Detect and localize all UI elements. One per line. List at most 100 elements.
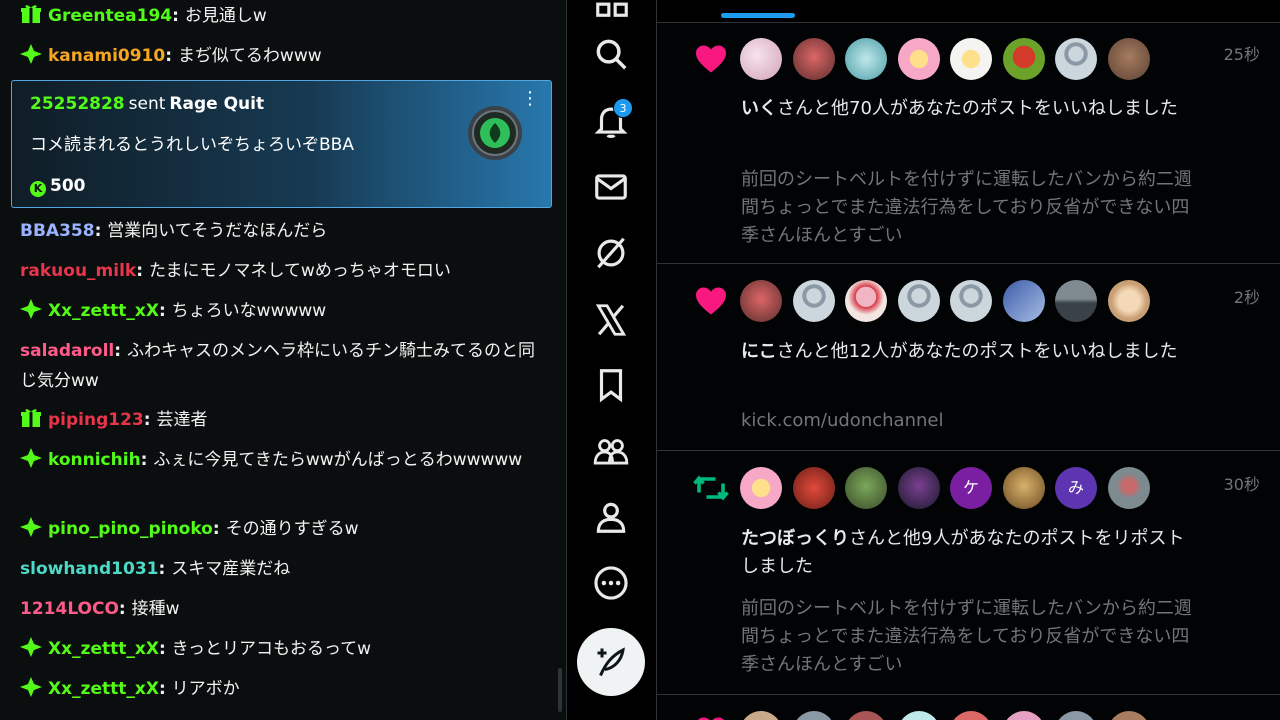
chat-text: きっとリアコもおるってw bbox=[171, 639, 372, 659]
avatar[interactable]: ケ bbox=[950, 467, 992, 509]
avatar[interactable] bbox=[1002, 467, 1045, 509]
avatar[interactable] bbox=[1107, 38, 1150, 80]
avatar[interactable] bbox=[1055, 38, 1097, 80]
avatar[interactable] bbox=[1002, 280, 1045, 322]
chat-username[interactable]: Greentea194 bbox=[48, 6, 172, 26]
x-logo-icon[interactable] bbox=[592, 301, 630, 339]
communities-icon[interactable] bbox=[592, 433, 630, 471]
chat-username[interactable]: rakuou_milk bbox=[20, 261, 136, 281]
avatar[interactable]: み bbox=[1055, 467, 1097, 509]
notification-item[interactable]: ケみ 30秒 たつぼっくりさんと他9人があなたのポストをリポストしました 前回の… bbox=[657, 450, 1280, 694]
avatar[interactable] bbox=[897, 467, 940, 509]
chat-scrollbar[interactable] bbox=[558, 668, 562, 712]
avatar[interactable] bbox=[950, 38, 992, 80]
active-tab-indicator bbox=[721, 13, 795, 18]
avatar[interactable] bbox=[950, 280, 992, 322]
compose-post-button[interactable] bbox=[577, 628, 645, 696]
avatar[interactable] bbox=[897, 711, 940, 720]
chat-username[interactable]: Xx_zettt_xX bbox=[48, 679, 159, 699]
profile-icon[interactable] bbox=[592, 498, 630, 536]
avatar[interactable] bbox=[845, 38, 887, 80]
chat-message: Xx_zettt_xX: ちょろいなwwwww bbox=[20, 296, 544, 326]
heart-icon bbox=[697, 717, 725, 720]
chat-text: まぢ似てるわwww bbox=[177, 46, 322, 66]
notification-quote: 前回のシートベルトを付けずに運転したバンから約二週間ちょっとでまた違法行為をして… bbox=[741, 598, 1192, 675]
avatar[interactable] bbox=[792, 38, 835, 80]
chat-message: Greentea194: お見通しw bbox=[20, 1, 544, 31]
avatar[interactable] bbox=[792, 280, 835, 322]
chat-username[interactable]: Xx_zettt_xX bbox=[48, 639, 159, 659]
avatar[interactable] bbox=[740, 280, 782, 322]
gift-badge-icon bbox=[21, 5, 41, 23]
chat-username[interactable]: saladaroll bbox=[20, 341, 114, 361]
avatar[interactable] bbox=[897, 280, 940, 322]
chat-text: スキマ産業だね bbox=[171, 559, 291, 579]
avatar[interactable] bbox=[792, 711, 835, 720]
chat-username[interactable]: konnichih bbox=[48, 450, 141, 470]
gift-message-text: コメ読まれるとうれしいぞちょろいぞBBA bbox=[30, 135, 354, 155]
notification-user[interactable]: たつぼっくり bbox=[741, 528, 849, 549]
avatar[interactable] bbox=[1055, 280, 1097, 322]
kebab-menu-icon[interactable]: ⋮ bbox=[521, 89, 539, 109]
mail-icon[interactable] bbox=[592, 168, 630, 206]
grid-icon[interactable] bbox=[593, 0, 631, 20]
chat-text: 営業向いてそうだなほんだら bbox=[107, 221, 328, 241]
avatar[interactable] bbox=[1107, 280, 1150, 322]
notification-item[interactable]: 25秒 いくさんと他70人があなたのポストをいいねしました 前回のシートベルトを… bbox=[657, 22, 1280, 263]
chat-text: 芸達者 bbox=[156, 410, 208, 430]
notification-text: いくさんと他70人があなたのポストをいいねしました bbox=[741, 98, 1178, 119]
avatar[interactable] bbox=[1107, 467, 1150, 509]
notification-item[interactable]: 2秒 にこさんと他12人があなたのポストをいいねしました kick.com/ud… bbox=[657, 263, 1280, 450]
chat-message: BBA358: 営業向いてそうだなほんだら bbox=[20, 221, 328, 241]
avatar-row bbox=[740, 280, 1160, 322]
avatar[interactable] bbox=[845, 467, 887, 509]
gift-sent-label: sent bbox=[128, 94, 166, 114]
search-icon[interactable] bbox=[592, 35, 630, 73]
notification-item[interactable] bbox=[657, 694, 1280, 720]
avatar[interactable] bbox=[792, 467, 835, 509]
chat-username[interactable]: BBA358 bbox=[20, 221, 95, 241]
chat-message: Xx_zettt_xX: リアボか bbox=[20, 674, 544, 704]
bookmark-icon[interactable] bbox=[592, 366, 630, 404]
chat-username[interactable]: pino_pino_pinoko bbox=[48, 519, 213, 539]
avatar[interactable] bbox=[740, 38, 782, 80]
avatar[interactable] bbox=[1055, 711, 1097, 720]
chat-username[interactable]: Xx_zettt_xX bbox=[48, 301, 159, 321]
gift-message-card: 25252828 sent Rage Quit ⋮ コメ読まれるとうれしいぞちょろい… bbox=[11, 80, 552, 208]
diamond-badge-icon bbox=[20, 517, 42, 537]
avatar[interactable] bbox=[1002, 38, 1045, 80]
chat-text: お見通しw bbox=[184, 6, 267, 26]
chat-message: 1214LOCO: 接種w bbox=[20, 599, 180, 619]
notification-text: たつぼっくりさんと他9人があなたのポストをリポストしました bbox=[741, 528, 1185, 577]
more-icon[interactable] bbox=[592, 564, 630, 602]
grok-icon[interactable] bbox=[592, 234, 630, 272]
gift-sender[interactable]: 25252828 bbox=[30, 94, 125, 114]
avatar[interactable] bbox=[1107, 711, 1150, 720]
avatar-row bbox=[740, 711, 1160, 720]
avatar[interactable] bbox=[740, 467, 782, 509]
chat-message: konnichih: ふぇに今見てきたらwwがんばっとるわwwwww bbox=[20, 445, 544, 475]
chat-message: Xx_zettt_xX: きっとリアコもおるってw bbox=[20, 634, 544, 664]
notification-quote: kick.com/udonchannel bbox=[741, 410, 944, 431]
avatar[interactable] bbox=[845, 711, 887, 720]
chat-message: slowhand1031: スキマ産業だね bbox=[20, 559, 291, 579]
chat-message: piping123: 芸達者 bbox=[20, 405, 544, 435]
chat-username[interactable]: kanami0910 bbox=[48, 46, 165, 66]
avatar[interactable] bbox=[1002, 711, 1045, 720]
chat-username[interactable]: piping123 bbox=[48, 410, 144, 430]
avatar-row bbox=[740, 38, 1160, 80]
chat-panel: Greentea194: お見通しw kanami0910: まぢ似てるわwww… bbox=[0, 0, 566, 720]
avatar[interactable] bbox=[897, 38, 940, 80]
notification-user[interactable]: にこ bbox=[741, 341, 777, 362]
avatar[interactable] bbox=[740, 711, 782, 720]
chat-message: pino_pino_pinoko: その通りすぎるw bbox=[20, 514, 544, 544]
notification-user[interactable]: いく bbox=[741, 98, 777, 119]
avatar[interactable] bbox=[950, 711, 992, 720]
chat-username[interactable]: 1214LOCO bbox=[20, 599, 119, 619]
heart-icon bbox=[696, 45, 726, 73]
notification-quote: 前回のシートベルトを付けずに運転したバンから約二週間ちょっとでまた違法行為をして… bbox=[741, 169, 1192, 246]
avatar[interactable] bbox=[845, 280, 887, 322]
chat-message: saladaroll: ふわキャスのメンヘラ枠にいるチン騎士みてるのと同じ気分w… bbox=[20, 341, 535, 391]
chat-username[interactable]: slowhand1031 bbox=[20, 559, 159, 579]
notification-time: 25秒 bbox=[1223, 45, 1260, 64]
